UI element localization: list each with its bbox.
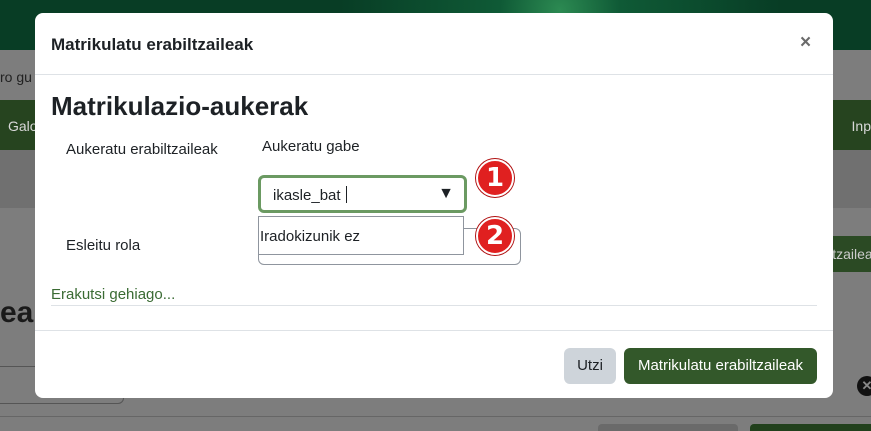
background-button	[598, 424, 738, 431]
background-divider	[0, 416, 871, 417]
no-selection-text: Aukeratu gabe	[262, 138, 360, 155]
text-caret	[345, 186, 347, 203]
cancel-button[interactable]: Utzi	[564, 348, 616, 384]
enrol-users-dialog: Matrikulatu erabiltzaileak × Matrikulazi…	[35, 13, 833, 398]
section-divider	[51, 305, 817, 306]
enrolment-options-heading: Matrikulazio-aukerak	[51, 91, 309, 121]
users-search-input[interactable]: ikasle_bat ▼	[258, 175, 467, 213]
suggestion-item: Iradokizunik ez	[260, 228, 361, 245]
enrol-users-button[interactable]: Matrikulatu erabiltzaileak	[624, 348, 817, 384]
dialog-title: Matrikulatu erabiltzaileak	[51, 35, 254, 54]
suggestions-list: Iradokizunik ez	[258, 216, 464, 255]
select-users-label: Aukeratu erabiltzaileak	[66, 141, 218, 158]
annotation-marker-1: 1	[476, 159, 514, 197]
close-icon[interactable]: ×	[800, 31, 811, 55]
assign-role-label: Esleitu rola	[66, 237, 141, 254]
dialog-header: Matrikulatu erabiltzaileak ×	[35, 13, 833, 75]
background-nav-item: Inp	[851, 118, 871, 134]
background-close-icon: ✕	[857, 376, 871, 396]
dialog-footer: Utzi Matrikulatu erabiltzaileak	[35, 330, 833, 398]
background-breadcrumb: ro gu	[0, 69, 32, 85]
background-button	[750, 424, 871, 431]
show-more-link[interactable]: Erakutsi gehiago...	[51, 286, 175, 303]
users-search-value: ikasle_bat	[273, 186, 347, 204]
annotation-marker-2: 2	[476, 217, 514, 255]
background-nav-item: Galo	[8, 118, 38, 134]
dropdown-arrow-icon[interactable]: ▼	[438, 185, 454, 203]
